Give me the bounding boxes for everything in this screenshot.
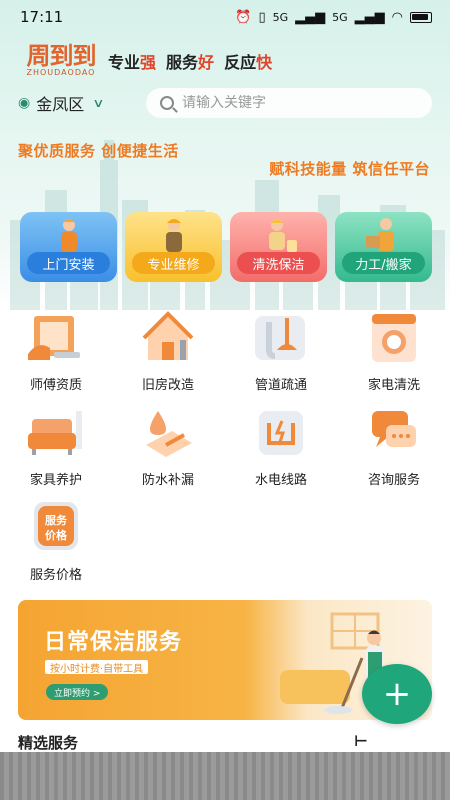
grid-item-label: 家电清洗 — [367, 378, 420, 393]
search-row: ◉ 金凤区 ∨ — [18, 88, 432, 118]
brand-row: 周到到 ZHOUDAODAO 专业强 服务好 反应快 — [20, 44, 273, 78]
banner-subtitle: 按小时计费·自带工具 — [45, 660, 149, 675]
grid-item-appliance-cleaning[interactable]: 家电清洗 — [344, 310, 444, 393]
logo-chinese: 周到到 — [26, 41, 97, 70]
section-more-icon[interactable]: ⊢ — [354, 732, 368, 750]
service-card-moving[interactable]: 力工/搬家 — [335, 212, 432, 282]
price-tag-icon: 服务 价格 — [34, 502, 78, 550]
slogan-part-1: 专业强 — [108, 53, 157, 72]
logo-english: ZHOUDAODAO — [26, 68, 96, 77]
location-pin-icon: ◉ — [18, 95, 31, 111]
grid-item-pipe-dredging[interactable]: 管道疏通 — [231, 310, 331, 393]
grid-item-label: 水电线路 — [254, 473, 307, 488]
signal-icon: 5G — [272, 10, 289, 24]
grid-item-label: 家具养护 — [29, 473, 82, 488]
search-bar[interactable] — [146, 88, 432, 118]
service-card-label: 上门安装 — [27, 252, 110, 274]
tagline-primary: 聚优质服务 创便捷生活 — [18, 142, 179, 160]
sofa-icon — [28, 411, 82, 455]
add-fab-button[interactable]: + — [362, 664, 432, 724]
search-icon — [160, 96, 174, 110]
vibrate-icon: ▯ — [258, 9, 266, 25]
repairman-icon — [165, 219, 182, 252]
service-card-install[interactable]: 上门安装 — [20, 212, 117, 282]
mover-icon — [365, 218, 394, 251]
house-renovation-icon — [142, 311, 194, 360]
wifi-icon: ◠ — [391, 9, 403, 25]
service-card-label: 专业维修 — [132, 252, 215, 274]
grid-item-label: 管道疏通 — [254, 378, 307, 393]
signal-bars-icon-2: ▂▄▆ — [354, 9, 385, 25]
grid-item-label: 服务价格 — [29, 568, 82, 583]
featured-services-title: 精选服务 — [18, 734, 79, 752]
certificate-icon — [28, 316, 80, 360]
grid-item-water-electric[interactable]: 水电线路 — [231, 405, 331, 488]
chat-icon — [372, 411, 416, 447]
status-bar: 17:11 ⏰ ▯ 5G ▂▄▆ 5G ▂▄▆ ◠ — [0, 0, 450, 34]
alarm-icon: ⏰ — [235, 9, 252, 25]
service-card-label: 力工/搬家 — [342, 252, 425, 274]
location-selector[interactable]: ◉ 金凤区 ∨ — [18, 91, 146, 115]
grid-item-waterproofing[interactable]: 防水补漏 — [118, 405, 218, 488]
water-electric-icon — [259, 411, 303, 455]
chevron-down-icon: ∨ — [92, 96, 105, 110]
washing-machine-icon — [372, 314, 416, 362]
cleaner-icon — [268, 219, 297, 252]
location-city: 金凤区 — [36, 95, 85, 114]
service-card-repair[interactable]: 专业维修 — [125, 212, 222, 282]
banner-title: 日常保洁服务 — [44, 630, 183, 655]
grid-item-consulting[interactable]: 咨询服务 — [344, 405, 444, 488]
svg-text:价格: 价格 — [45, 528, 68, 542]
search-input[interactable] — [182, 95, 382, 111]
grid-item-furniture-care[interactable]: 家具养护 — [6, 405, 106, 488]
banner-book-button[interactable]: 立即预约 > — [46, 684, 109, 700]
grid-item-label: 旧房改造 — [141, 378, 194, 393]
service-card-cleaning[interactable]: 清洗保洁 — [230, 212, 327, 282]
grid-item-label: 师傅资质 — [29, 378, 82, 393]
grid-item-house-renovation[interactable]: 旧房改造 — [118, 310, 218, 393]
bottom-navigation-bar — [0, 752, 450, 800]
brand-slogan: 专业强 服务好 反应快 — [108, 49, 272, 73]
grid-item-label: 咨询服务 — [367, 473, 420, 488]
status-icons: ⏰ ▯ 5G ▂▄▆ 5G ▂▄▆ ◠ — [235, 10, 432, 25]
app-logo: 周到到 ZHOUDAODAO — [20, 44, 102, 78]
grid-item-label: 防水补漏 — [141, 473, 194, 488]
grid-item-service-price[interactable]: 服务 价格 服务价格 — [6, 500, 106, 583]
battery-icon — [410, 11, 432, 23]
slogan-part-2: 服务好 — [166, 53, 215, 72]
tagline-secondary: 赋科技能量 筑信任平台 — [269, 160, 430, 178]
grid-item-master-qualification[interactable]: 师傅资质 — [6, 310, 106, 393]
svg-text:服务: 服务 — [45, 513, 68, 527]
installer-icon — [60, 219, 77, 252]
waterproof-icon — [146, 411, 192, 457]
service-card-label: 清洗保洁 — [237, 252, 320, 274]
status-time: 17:11 — [20, 8, 64, 26]
signal-icon-2: 5G — [332, 10, 348, 24]
signal-bars-icon: ▂▄▆ — [295, 9, 326, 25]
service-category-cards: 上门安装 专业维修 清洗保洁 力工/搬家 — [20, 212, 432, 282]
plunger-icon — [255, 316, 305, 360]
slogan-part-3: 反应快 — [224, 53, 273, 72]
